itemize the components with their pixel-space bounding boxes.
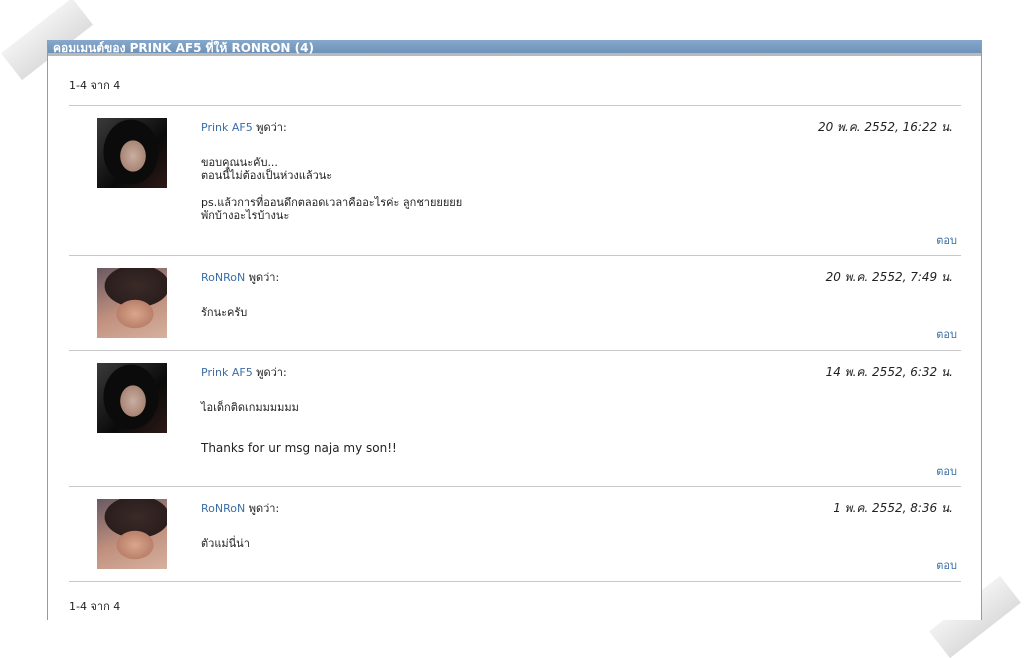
comment-line: พักบ้างอะไรบ้างนะ	[201, 209, 290, 222]
avatar[interactable]	[97, 268, 167, 338]
author-link[interactable]: Prink AF5	[201, 366, 253, 379]
reply-link[interactable]: ตอบ	[936, 325, 957, 343]
comment-date: 14 พ.ค. 2552, 6:32 น.	[825, 365, 953, 379]
said-label: พูดว่า:	[248, 502, 280, 515]
avatar[interactable]	[97, 499, 167, 569]
comments-panel: คอมเมนต์ของ PRINK AF5 ที่ให้ RONRON (4) …	[47, 40, 982, 620]
panel-header: คอมเมนต์ของ PRINK AF5 ที่ให้ RONRON (4)	[48, 40, 981, 56]
comment-author: Prink AF5 พูดว่า:	[201, 118, 287, 136]
reply-link[interactable]: ตอบ	[936, 556, 957, 574]
comment-item: RoNRoN พูดว่า: 20 พ.ค. 2552, 7:49 น. รัก…	[69, 268, 961, 348]
comment-body: รักนะครับ	[201, 306, 247, 319]
author-link[interactable]: RoNRoN	[201, 271, 245, 284]
divider	[69, 105, 961, 106]
divider	[69, 350, 961, 351]
divider	[69, 486, 961, 487]
comment-body: ขอบคุณนะคับ... ตอนนี้ไม่ต้องเป็นห่วงแล้ว…	[201, 156, 462, 222]
comment-extra-text: Thanks for ur msg naja my son!!	[201, 441, 397, 455]
comment-author: Prink AF5 พูดว่า:	[201, 363, 287, 381]
comment-date: 20 พ.ค. 2552, 7:49 น.	[825, 270, 953, 284]
pagination-count-top: 1-4 จาก 4	[69, 79, 121, 92]
reply-link[interactable]: ตอบ	[936, 231, 957, 249]
said-label: พูดว่า:	[256, 121, 287, 134]
comment-date: 1 พ.ค. 2552, 8:36 น.	[833, 501, 953, 515]
pagination-count-bottom: 1-4 จาก 4	[69, 600, 121, 613]
avatar[interactable]	[97, 363, 167, 433]
comment-item: Prink AF5 พูดว่า: 20 พ.ค. 2552, 16:22 น.…	[69, 118, 961, 256]
divider	[69, 581, 961, 582]
said-label: พูดว่า:	[248, 271, 280, 284]
comment-line: ขอบคุณนะคับ...	[201, 156, 278, 169]
comment-line	[201, 182, 462, 196]
comment-body: ไอเด็กติดเกมมมมมม	[201, 401, 299, 414]
comment-line: ตัวแม่นี่น่า	[201, 537, 250, 550]
comment-item: RoNRoN พูดว่า: 1 พ.ค. 2552, 8:36 น. ตัวแ…	[69, 499, 961, 579]
comment-line: ตอนนี้ไม่ต้องเป็นห่วงแล้วนะ	[201, 169, 333, 182]
comment-line: ps.แล้วการที่ออนดึกตลอดเวลาคืออะไรค่ะ ลู…	[201, 196, 463, 209]
comment-author: RoNRoN พูดว่า:	[201, 268, 279, 286]
divider	[69, 255, 961, 256]
comment-line: ไอเด็กติดเกมมมมมม	[201, 401, 299, 414]
author-link[interactable]: RoNRoN	[201, 502, 245, 515]
comment-line: รักนะครับ	[201, 306, 248, 319]
reply-link[interactable]: ตอบ	[936, 462, 957, 480]
avatar[interactable]	[97, 118, 167, 188]
said-label: พูดว่า:	[256, 366, 287, 379]
author-link[interactable]: Prink AF5	[201, 121, 253, 134]
comment-body: ตัวแม่นี่น่า	[201, 537, 250, 550]
comment-author: RoNRoN พูดว่า:	[201, 499, 279, 517]
comment-date: 20 พ.ค. 2552, 16:22 น.	[817, 120, 953, 134]
comment-item: Prink AF5 พูดว่า: 14 พ.ค. 2552, 6:32 น. …	[69, 363, 961, 485]
